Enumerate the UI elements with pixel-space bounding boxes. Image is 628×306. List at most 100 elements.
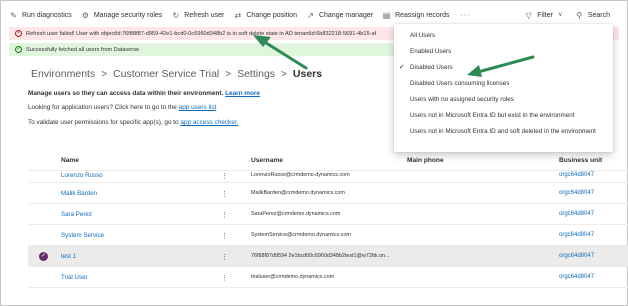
table-row[interactable]: Sara Perez ⋮ SaraPerez@crmdemo.dynamics.… bbox=[28, 204, 628, 225]
refresh-user-button[interactable]: ↻ Refresh user bbox=[171, 11, 224, 20]
table-row[interactable]: Malik Barden ⋮ MalikBarden@crmdemo.dynam… bbox=[28, 183, 628, 204]
breadcrumb-separator: > bbox=[101, 68, 108, 80]
menu-item-all-users[interactable]: All Users bbox=[394, 28, 613, 44]
column-header-main-phone[interactable]: Main phone bbox=[407, 157, 444, 164]
success-check-icon: ✓ bbox=[15, 46, 22, 53]
row-more-icon[interactable]: ⋮ bbox=[221, 253, 228, 261]
row-more-icon[interactable]: ⋮ bbox=[221, 172, 228, 180]
table-row[interactable]: Lorenzo Russo ⋮ LorenzoRusso@crmdemo.dyn… bbox=[28, 171, 628, 183]
info-access-checker-text: To validate user permissions for specifi… bbox=[28, 119, 179, 126]
business-unit-link[interactable]: orgc64d8047 bbox=[559, 190, 594, 196]
user-name-link[interactable]: Lorenzo Russo bbox=[61, 172, 103, 179]
more-commands-button[interactable]: ··· bbox=[461, 12, 471, 19]
business-unit-link[interactable]: orgc64d8047 bbox=[559, 253, 594, 259]
reassign-records-label: Reassign records bbox=[395, 11, 450, 19]
breadcrumb-environment-name[interactable]: Customer Service Trial bbox=[113, 68, 219, 80]
row-more-icon[interactable]: ⋮ bbox=[221, 190, 228, 198]
menu-item-label: All Users bbox=[410, 32, 436, 39]
change-position-icon: ⇄ bbox=[234, 10, 242, 20]
filter-label: Filter bbox=[537, 11, 553, 19]
username-cell: SystemService@crmdemo.dynamics.com bbox=[251, 232, 351, 238]
change-manager-button[interactable]: ↗ Change manager bbox=[306, 11, 373, 20]
menu-item-not-in-entra-exist[interactable]: Users not in Microsoft Entra ID but exis… bbox=[394, 108, 613, 124]
chevron-down-icon: ∨ bbox=[558, 11, 563, 18]
breadcrumb-separator: > bbox=[225, 68, 232, 80]
filter-icon: ▽ bbox=[525, 10, 532, 20]
menu-item-not-in-entra-soft-deleted[interactable]: Users not in Microsoft Entra ID and soft… bbox=[394, 124, 613, 140]
table-row-selected[interactable]: ✓ test 1 ⋮ 76f88f87d9594 2e1bcd00c6960d3… bbox=[28, 246, 628, 267]
username-cell: 76f88f87d9594 2e1bcd00c6960d348b2test1@w… bbox=[251, 253, 390, 259]
grid-header: Name Username Main phone Business unit bbox=[28, 151, 628, 171]
business-unit-link[interactable]: orgc64d8047 bbox=[559, 172, 594, 178]
business-unit-link[interactable]: orgc64d8047 bbox=[559, 274, 594, 280]
user-name-link[interactable]: Trial User bbox=[61, 274, 88, 281]
row-more-icon[interactable]: ⋮ bbox=[221, 232, 228, 240]
username-cell: trialuser@crmdemo.dynamics.com bbox=[251, 274, 335, 280]
manage-security-roles-button[interactable]: ⚙ Manage security roles bbox=[81, 10, 163, 20]
checkmark-icon: ✓ bbox=[399, 64, 405, 71]
info-app-users-text: Looking for application users? Click her… bbox=[28, 104, 177, 111]
menu-item-label: Enabled Users bbox=[410, 48, 452, 55]
breadcrumb: Environments > Customer Service Trial > … bbox=[31, 68, 322, 80]
column-header-name[interactable]: Name bbox=[61, 157, 79, 164]
user-management-window: ✎ Run diagnostics ⚙ Manage security role… bbox=[0, 0, 628, 306]
manage-security-roles-icon: ⚙ bbox=[81, 10, 89, 20]
username-cell: LorenzoRusso@crmdemo.dynamics.com bbox=[251, 172, 350, 178]
learn-more-link[interactable]: Learn more bbox=[225, 90, 260, 97]
menu-item-no-security-roles[interactable]: Users with no assigned security roles bbox=[394, 92, 613, 108]
business-unit-link[interactable]: orgc64d8047 bbox=[559, 232, 594, 238]
breadcrumb-settings[interactable]: Settings bbox=[237, 68, 275, 80]
change-position-button[interactable]: ⇄ Change position bbox=[233, 11, 297, 20]
table-row[interactable]: System Service ⋮ SystemService@crmdemo.d… bbox=[28, 225, 628, 246]
user-name-link[interactable]: test 1 bbox=[61, 253, 76, 260]
info-line-app-users: Looking for application users? Click her… bbox=[28, 104, 216, 111]
username-cell: MalikBarden@crmdemo.dynamics.com bbox=[251, 190, 345, 196]
row-more-icon[interactable]: ⋮ bbox=[221, 274, 228, 282]
menu-item-enabled-users[interactable]: Enabled Users bbox=[394, 44, 613, 60]
info-line-manage: Manage users so they can access data wit… bbox=[28, 90, 260, 97]
page-title: Users bbox=[292, 68, 323, 80]
change-manager-icon: ↗ bbox=[307, 10, 314, 20]
error-message: Refresh user failed! User with objectId:… bbox=[26, 30, 377, 37]
run-diagnostics-icon: ✎ bbox=[10, 10, 17, 20]
run-diagnostics-button[interactable]: ✎ Run diagnostics bbox=[9, 11, 72, 20]
info-line-access-checker: To validate user permissions for specifi… bbox=[28, 119, 238, 126]
user-filter-menu: All Users Enabled Users ✓ Disabled Users… bbox=[394, 24, 613, 152]
app-users-list-link[interactable]: app users list bbox=[179, 104, 217, 111]
breadcrumb-environments[interactable]: Environments bbox=[31, 68, 95, 80]
search-box[interactable]: ⚲ Search bbox=[575, 11, 610, 20]
info-manage-text: Manage users so they can access data wit… bbox=[28, 90, 224, 97]
menu-item-label: Users with no assigned security roles bbox=[410, 96, 514, 103]
column-header-business-unit[interactable]: Business unit bbox=[559, 157, 602, 164]
error-icon: × bbox=[15, 30, 22, 37]
user-name-link[interactable]: Malik Barden bbox=[61, 190, 97, 197]
column-header-username[interactable]: Username bbox=[251, 157, 283, 164]
change-position-label: Change position bbox=[246, 11, 297, 19]
user-name-link[interactable]: Sara Perez bbox=[61, 211, 92, 218]
refresh-icon: ↻ bbox=[172, 10, 180, 20]
refresh-user-label: Refresh user bbox=[184, 11, 225, 19]
reassign-records-icon: ▤ bbox=[382, 10, 391, 20]
run-diagnostics-label: Run diagnostics bbox=[22, 11, 72, 19]
menu-item-label: Disabled Users bbox=[410, 64, 453, 71]
search-icon: ⚲ bbox=[576, 10, 583, 20]
menu-item-disabled-users[interactable]: ✓ Disabled Users bbox=[394, 60, 613, 76]
users-grid: Name Username Main phone Business unit L… bbox=[28, 151, 628, 288]
table-row[interactable]: Trial User ⋮ trialuser@crmdemo.dynamics.… bbox=[28, 267, 628, 288]
breadcrumb-separator: > bbox=[281, 68, 287, 80]
menu-item-label: Users not in Microsoft Entra ID and soft… bbox=[410, 128, 596, 135]
menu-item-label: Disabled Users consuming licenses bbox=[410, 80, 510, 87]
success-notification: ✓ Successfully fetched all users from Da… bbox=[9, 43, 394, 56]
menu-item-disabled-consuming-licenses[interactable]: Disabled Users consuming licenses bbox=[394, 76, 613, 92]
search-placeholder: Search bbox=[587, 11, 610, 19]
filter-button[interactable]: ▽ Filter ∨ bbox=[524, 11, 565, 20]
username-cell: SaraPerez@crmdemo.dynamics.com bbox=[251, 211, 341, 217]
menu-item-label: Users not in Microsoft Entra ID but exis… bbox=[410, 112, 575, 119]
user-name-link[interactable]: System Service bbox=[61, 232, 104, 239]
reassign-records-button[interactable]: ▤ Reassign records bbox=[382, 10, 450, 20]
business-unit-link[interactable]: orgc64d8047 bbox=[559, 211, 594, 217]
row-selected-check-icon[interactable]: ✓ bbox=[39, 252, 48, 261]
app-access-checker-link[interactable]: app access checker. bbox=[180, 119, 238, 126]
change-manager-label: Change manager bbox=[318, 11, 374, 19]
row-more-icon[interactable]: ⋮ bbox=[221, 211, 228, 219]
